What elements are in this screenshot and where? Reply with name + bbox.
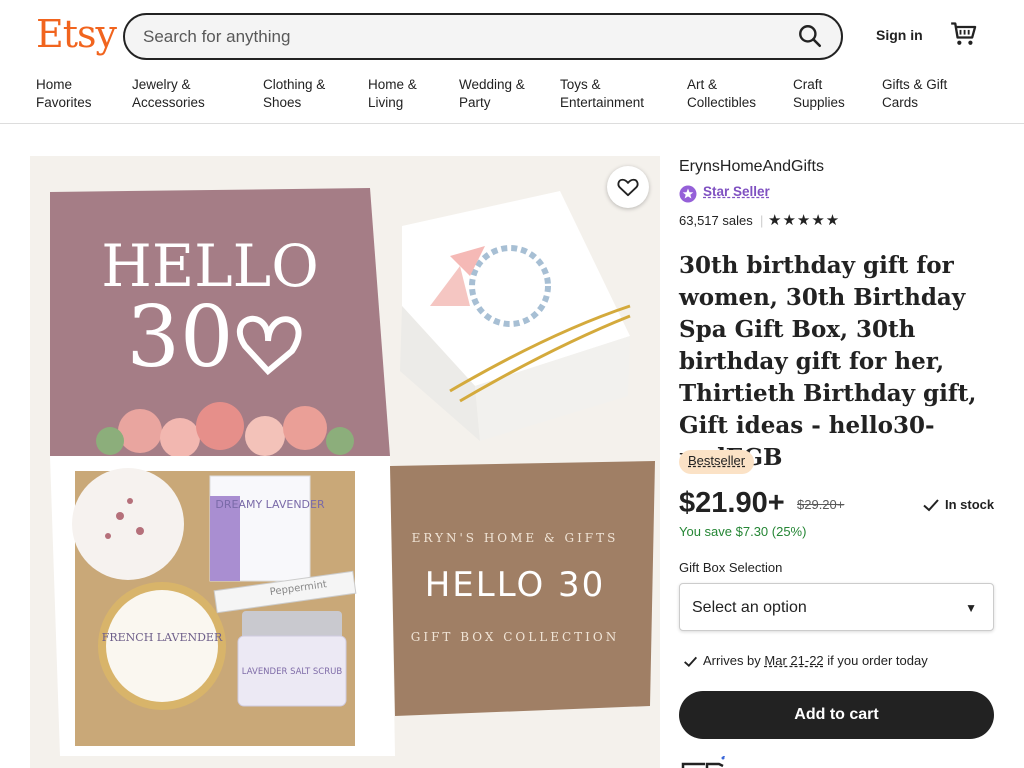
product-title: 30th birthday gift for women, 30th Birth… xyxy=(679,252,977,471)
soap-label: DREAMY LAVENDER xyxy=(215,498,325,511)
candle-label: FRENCH LAVENDER xyxy=(102,631,223,644)
stock-label: In stock xyxy=(945,497,995,512)
rating-stars[interactable]: ★★★★★ xyxy=(768,211,840,229)
search-bar[interactable] xyxy=(123,13,843,60)
divider: | xyxy=(760,213,764,228)
nav-item-gifts-gift-cards[interactable]: Gifts & Gift Cards xyxy=(882,76,947,112)
search-button[interactable] xyxy=(797,23,827,51)
caret-down-icon: ▼ xyxy=(965,601,977,615)
product-image[interactable]: HELLO 30 DREAMY LAVENDER Peppermint FREN… xyxy=(30,156,660,768)
heart-icon xyxy=(617,178,639,197)
arrival-date[interactable]: Mar 21-22 xyxy=(764,653,823,668)
scrub-label: LAVENDER SALT SCRUB xyxy=(242,667,343,677)
cart-button[interactable] xyxy=(950,20,978,48)
site-header: Etsy Sign in HomeFavorites Jewelry &Acce… xyxy=(0,0,1024,124)
option-label: Gift Box Selection xyxy=(679,560,783,575)
gift-box-photo: HELLO 30 DREAMY LAVENDER Peppermint FREN… xyxy=(30,156,660,768)
nav-item-home-living[interactable]: Home & Living xyxy=(368,76,417,112)
sales-count: 63,517 sales xyxy=(679,213,753,228)
search-icon xyxy=(799,25,822,48)
select-value: Select an option xyxy=(692,599,807,616)
card-hello-30-text: HELLO 30 xyxy=(425,565,606,605)
lid-30-text: 30 xyxy=(127,288,234,386)
bestseller-badge[interactable]: Bestseller xyxy=(679,450,755,474)
nav-item-home-favorites[interactable]: Home Favorites xyxy=(36,76,92,112)
check-icon xyxy=(684,656,698,667)
original-price: $29.20+ xyxy=(797,497,845,512)
etsy-logo[interactable]: Etsy xyxy=(36,12,117,56)
price: $21.90+ xyxy=(679,487,785,519)
card-collection-text: GIFT BOX COLLECTION xyxy=(411,630,619,644)
card-brand-text: ERYN'S HOME & GIFTS xyxy=(412,531,619,545)
star-seller-icon xyxy=(679,185,697,203)
star-seller-label: Star Seller xyxy=(703,184,770,199)
favorite-button[interactable] xyxy=(607,166,649,208)
shopping-cart-icon xyxy=(951,22,977,45)
delivery-truck-icon xyxy=(681,756,725,768)
gift-box-selection-dropdown[interactable]: Select an option ▼ xyxy=(679,583,994,631)
nav-item-jewelry-accessories[interactable]: Jewelry & Accessories xyxy=(132,76,205,112)
check-icon xyxy=(923,499,939,512)
sign-in-link[interactable]: Sign in xyxy=(876,27,923,43)
nav-item-clothing-shoes[interactable]: Clothing & Shoes xyxy=(263,76,325,112)
search-input[interactable] xyxy=(143,25,763,49)
nav-item-wedding-party[interactable]: Wedding & Party xyxy=(459,76,525,112)
nav-item-craft-supplies[interactable]: Craft Supplies xyxy=(793,76,845,112)
nav-item-art-collectibles[interactable]: Art & Collectibles xyxy=(687,76,756,112)
savings-text: You save $7.30 (25%) xyxy=(679,524,807,539)
shop-name-link[interactable]: ErynsHomeAndGifts xyxy=(679,158,824,176)
add-to-cart-button[interactable]: Add to cart xyxy=(679,691,994,739)
nav-item-toys-entertainment[interactable]: Toys & Entertainment xyxy=(560,76,644,112)
